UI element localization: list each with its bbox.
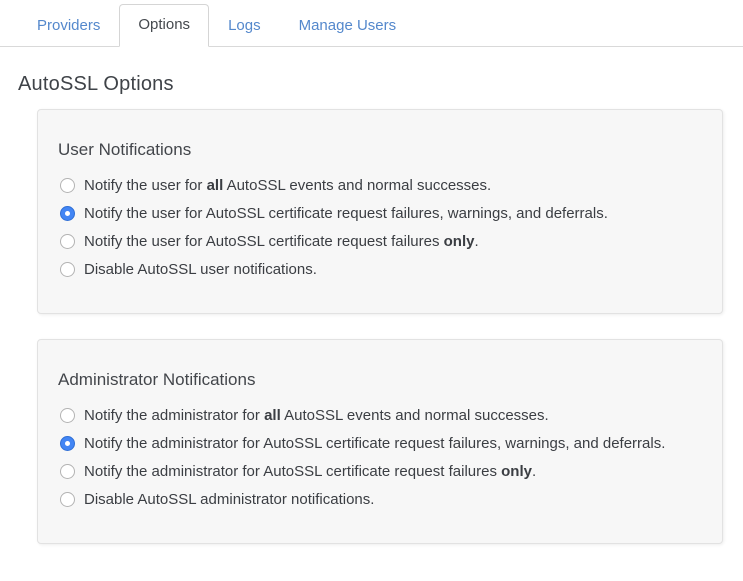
tab-logs[interactable]: Logs: [209, 5, 280, 46]
radio-button[interactable]: [60, 492, 75, 507]
panel-heading-administrator-notifications: Administrator Notifications: [58, 370, 702, 390]
tab-label: Manage Users: [299, 17, 397, 34]
tab-manage-users[interactable]: Manage Users: [280, 5, 416, 46]
radio-option-user-all[interactable]: Notify the user for all AutoSSL events a…: [58, 175, 702, 196]
radio-option-label: Notify the user for AutoSSL certificate …: [84, 231, 479, 252]
radio-option-admin-all[interactable]: Notify the administrator for all AutoSSL…: [58, 405, 702, 426]
tab-bar: Providers Options Logs Manage Users: [0, 2, 743, 47]
radio-button[interactable]: [60, 178, 75, 193]
tab-options[interactable]: Options: [119, 4, 209, 47]
radio-option-admin-failures-warnings-deferrals[interactable]: Notify the administrator for AutoSSL cer…: [58, 433, 702, 454]
tab-label: Logs: [228, 17, 261, 34]
radio-button[interactable]: [60, 234, 75, 249]
user-notifications-panel: User Notifications Notify the user for a…: [37, 109, 723, 314]
page-title: AutoSSL Options: [18, 73, 743, 96]
radio-option-user-disable[interactable]: Disable AutoSSL user notifications.: [58, 259, 702, 280]
radio-option-user-failures-warnings-deferrals[interactable]: Notify the user for AutoSSL certificate …: [58, 203, 702, 224]
administrator-notifications-panel: Administrator Notifications Notify the a…: [37, 339, 723, 544]
radio-option-label: Notify the administrator for all AutoSSL…: [84, 405, 549, 426]
radio-option-label: Notify the administrator for AutoSSL cer…: [84, 461, 536, 482]
panel-heading-user-notifications: User Notifications: [58, 140, 702, 160]
tab-label: Options: [138, 16, 190, 33]
radio-option-label: Notify the user for AutoSSL certificate …: [84, 203, 608, 224]
radio-button[interactable]: [60, 436, 75, 451]
radio-button[interactable]: [60, 206, 75, 221]
radio-option-user-failures-only[interactable]: Notify the user for AutoSSL certificate …: [58, 231, 702, 252]
tab-providers[interactable]: Providers: [18, 5, 119, 46]
radio-button[interactable]: [60, 408, 75, 423]
radio-button[interactable]: [60, 464, 75, 479]
radio-option-admin-failures-only[interactable]: Notify the administrator for AutoSSL cer…: [58, 461, 702, 482]
radio-option-label: Notify the administrator for AutoSSL cer…: [84, 433, 665, 454]
radio-option-label: Disable AutoSSL user notifications.: [84, 259, 317, 280]
radio-option-label: Notify the user for all AutoSSL events a…: [84, 175, 491, 196]
radio-option-label: Disable AutoSSL administrator notificati…: [84, 489, 374, 510]
tab-label: Providers: [37, 17, 100, 34]
radio-button[interactable]: [60, 262, 75, 277]
radio-option-admin-disable[interactable]: Disable AutoSSL administrator notificati…: [58, 489, 702, 510]
